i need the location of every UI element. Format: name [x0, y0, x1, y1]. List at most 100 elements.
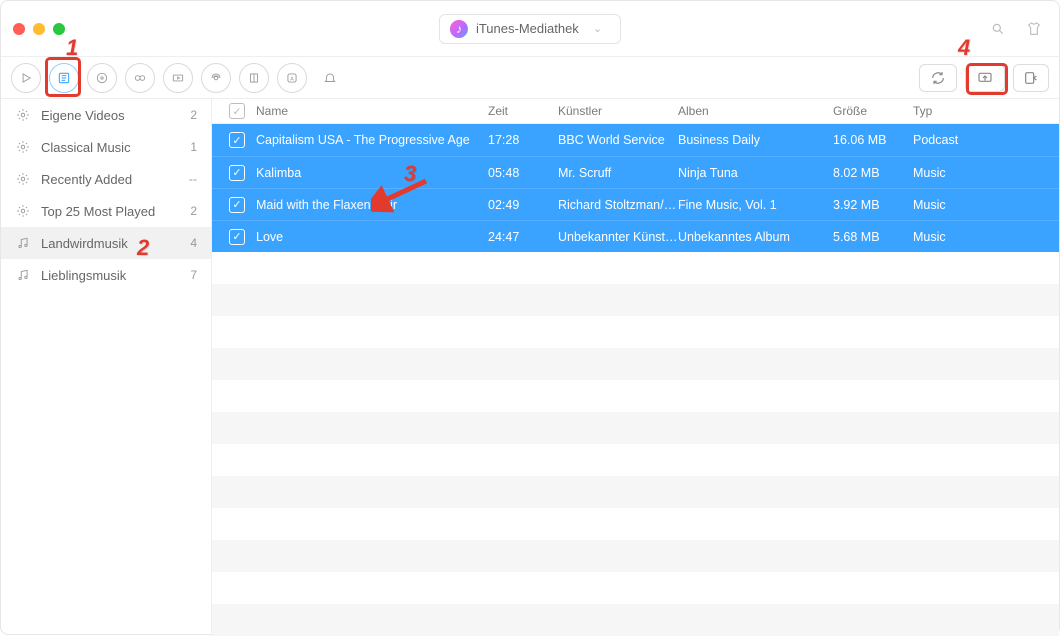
- gear-icon: [15, 139, 31, 155]
- empty-row: [212, 412, 1059, 444]
- bell-icon[interactable]: [315, 63, 345, 93]
- sidebar-item-count: 4: [190, 236, 197, 250]
- col-name[interactable]: Name: [252, 104, 488, 118]
- sidebar-item-label: Top 25 Most Played: [41, 204, 180, 219]
- podcast-icon[interactable]: [201, 63, 231, 93]
- sidebar-item-0[interactable]: Eigene Videos 2: [1, 99, 211, 131]
- col-artist[interactable]: Künstler: [558, 104, 678, 118]
- empty-row: [212, 508, 1059, 540]
- gear-icon: [15, 171, 31, 187]
- playlist-icon: [15, 267, 31, 283]
- cell-size: 5.68 MB: [833, 230, 913, 244]
- import-button[interactable]: [1013, 64, 1049, 92]
- cell-size: 3.92 MB: [833, 198, 913, 212]
- zoom-window-button[interactable]: [53, 23, 65, 35]
- sidebar-item-label: Classical Music: [41, 140, 180, 155]
- category-toolbar: A: [1, 57, 1059, 99]
- sidebar-item-3[interactable]: Top 25 Most Played 2: [1, 195, 211, 227]
- cell-time: 02:49: [488, 198, 558, 212]
- sidebar-item-count: --: [189, 172, 197, 186]
- search-button[interactable]: [985, 16, 1011, 42]
- itunes-icon: ♪: [450, 20, 468, 38]
- sidebar-item-count: 2: [190, 108, 197, 122]
- table-row[interactable]: ✓Maid with the Flaxen Hair02:49Richard S…: [212, 188, 1059, 220]
- play-icon[interactable]: [11, 63, 41, 93]
- empty-row: [212, 444, 1059, 476]
- sidebar-item-label: Lieblingsmusik: [41, 268, 180, 283]
- empty-row: [212, 348, 1059, 380]
- table-row[interactable]: ✓Love24:47Unbekannter KünstlerUnbekannte…: [212, 220, 1059, 252]
- sidebar-item-label: Recently Added: [41, 172, 179, 187]
- send-to-device-icon: [976, 70, 994, 86]
- col-time[interactable]: Zeit: [488, 104, 558, 118]
- row-checkbox[interactable]: ✓: [229, 165, 245, 181]
- gear-icon: [15, 107, 31, 123]
- import-icon: [1023, 70, 1039, 86]
- row-checkbox[interactable]: ✓: [229, 132, 245, 148]
- sidebar-item-4[interactable]: Landwirdmusik 4: [1, 227, 211, 259]
- video-icon[interactable]: [163, 63, 193, 93]
- sidebar-item-label: Eigene Videos: [41, 108, 180, 123]
- library-selector[interactable]: ♪ iTunes-Mediathek ⌄: [439, 14, 621, 44]
- svg-text:A: A: [290, 76, 294, 82]
- cell-type: Music: [913, 230, 1059, 244]
- cell-name: Love: [252, 230, 488, 244]
- sidebar-item-label: Landwirdmusik: [41, 236, 180, 251]
- sidebar-item-2[interactable]: Recently Added --: [1, 163, 211, 195]
- cell-album: Business Daily: [678, 133, 833, 147]
- close-window-button[interactable]: [13, 23, 25, 35]
- gamepad-icon[interactable]: [125, 63, 155, 93]
- refresh-icon: [930, 70, 946, 86]
- sidebar-item-5[interactable]: Lieblingsmusik 7: [1, 259, 211, 291]
- row-checkbox[interactable]: ✓: [229, 197, 245, 213]
- search-icon: [991, 22, 1005, 36]
- table-row[interactable]: ✓ Capitalism USA - The Progressive Age17:…: [212, 124, 1059, 156]
- empty-row: [212, 316, 1059, 348]
- cell-size: 8.02 MB: [833, 166, 913, 180]
- sidebar-item-count: 2: [190, 204, 197, 218]
- minimize-window-button[interactable]: [33, 23, 45, 35]
- cell-type: Music: [913, 166, 1059, 180]
- cell-album: Unbekanntes Album: [678, 230, 833, 244]
- chevron-down-icon: ⌄: [593, 22, 602, 35]
- cell-album: Fine Music, Vol. 1: [678, 198, 833, 212]
- cell-type: Podcast: [913, 133, 1059, 147]
- sidebar: Eigene Videos 2 Classical Music 1 Recently A…: [1, 99, 212, 636]
- row-checkbox[interactable]: ✓: [229, 229, 245, 245]
- empty-row: [212, 252, 1059, 284]
- col-album[interactable]: Alben: [678, 104, 833, 118]
- send-to-device-button[interactable]: [965, 64, 1005, 92]
- content-table: ✓ Name Zeit Künstler Alben Größe Typ ✓ Ca…: [212, 99, 1059, 636]
- select-all-checkbox[interactable]: ✓: [229, 103, 245, 119]
- app-icon[interactable]: A: [277, 63, 307, 93]
- table-header: ✓ Name Zeit Künstler Alben Größe Typ: [212, 99, 1059, 124]
- table-row[interactable]: ✓Kalimba05:48Mr. ScruffNinja Tuna8.02 MB…: [212, 156, 1059, 188]
- cell-artist: Mr. Scruff: [558, 166, 678, 180]
- sidebar-item-1[interactable]: Classical Music 1: [1, 131, 211, 163]
- library-title: iTunes-Mediathek: [476, 21, 579, 36]
- empty-row: [212, 540, 1059, 572]
- audiobook-icon[interactable]: [239, 63, 269, 93]
- cell-name: Maid with the Flaxen Hair: [252, 198, 488, 212]
- sidebar-item-count: 7: [190, 268, 197, 282]
- main-area: Eigene Videos 2 Classical Music 1 Recently A…: [1, 99, 1059, 636]
- cell-name: Kalimba: [252, 166, 488, 180]
- refresh-button[interactable]: [919, 64, 957, 92]
- col-type[interactable]: Typ: [913, 104, 1059, 118]
- shirt-icon: [1026, 21, 1042, 37]
- cell-type: Music: [913, 198, 1059, 212]
- cell-time: 24:47: [488, 230, 558, 244]
- col-size[interactable]: Größe: [833, 104, 913, 118]
- cell-name: Capitalism USA - The Progressive Age: [252, 133, 488, 147]
- cell-time: 17:28: [488, 133, 558, 147]
- cell-size: 16.06 MB: [833, 133, 913, 147]
- disc-icon[interactable]: [87, 63, 117, 93]
- titlebar: ♪ iTunes-Mediathek ⌄: [1, 1, 1059, 57]
- library-icon[interactable]: [49, 63, 79, 93]
- sidebar-item-count: 1: [190, 140, 197, 154]
- window-controls: [13, 23, 65, 35]
- empty-row: [212, 572, 1059, 604]
- empty-row: [212, 380, 1059, 412]
- shirt-button[interactable]: [1021, 16, 1047, 42]
- playlist-icon: [15, 235, 31, 251]
